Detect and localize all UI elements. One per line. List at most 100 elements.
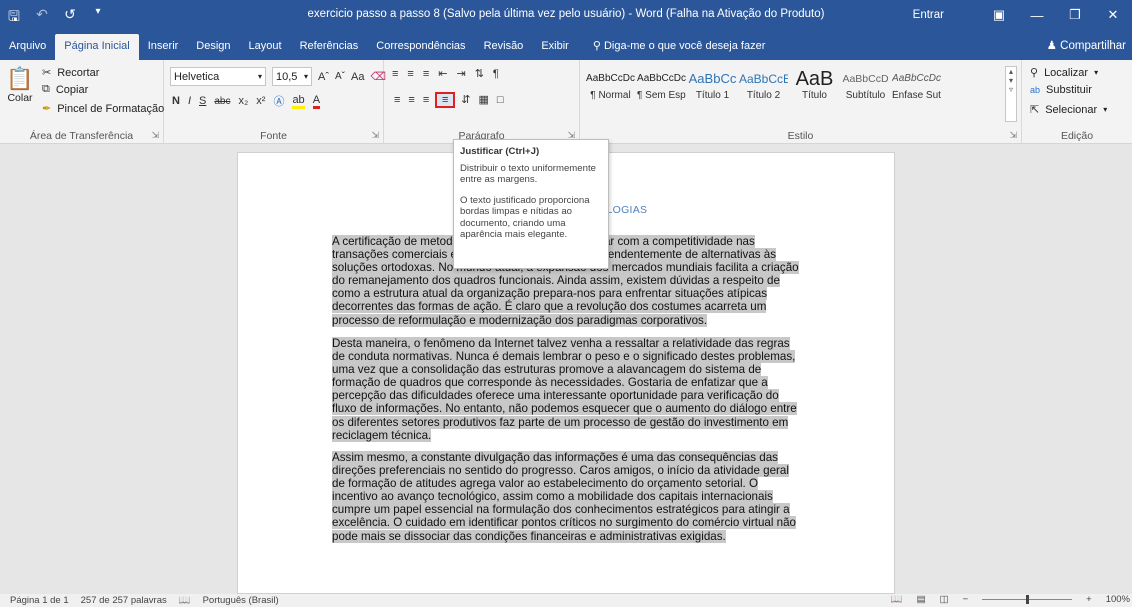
ribbon-display-options-icon[interactable]: ▣ <box>980 7 1018 23</box>
grow-font-icon[interactable]: Aˆ <box>318 71 329 83</box>
copy-button[interactable]: ⧉ Copiar <box>42 83 88 96</box>
close-icon[interactable]: ✕ <box>1094 7 1132 23</box>
tab-inserir[interactable]: Inserir <box>139 34 188 60</box>
paragraph-3[interactable]: Assim mesmo, a constante divulgação das … <box>332 451 804 543</box>
chevron-down-icon: ▾ <box>303 72 308 81</box>
copy-label: Copiar <box>55 83 89 96</box>
lightbulb-icon: ⚲ <box>592 40 601 52</box>
style-preview: AaB <box>795 68 834 90</box>
style-subtitle[interactable]: AaBbCcD Subtítulo <box>840 68 891 106</box>
numbering-icon[interactable]: ≡ <box>407 68 413 80</box>
style-name: Título 1 <box>695 90 730 101</box>
text-effects-icon[interactable]: Ⓐ <box>273 93 284 109</box>
cut-label: Recortar <box>57 66 100 79</box>
style-heading-2[interactable]: AaBbCcE Título 2 <box>738 68 789 106</box>
replace-icon: ab <box>1030 85 1041 95</box>
page-count[interactable]: Página 1 de 1 <box>10 595 69 606</box>
italic-button[interactable]: I <box>188 95 191 107</box>
align-center-icon[interactable]: ≡ <box>408 94 414 106</box>
style-preview: AaBbCcDc <box>637 73 686 84</box>
minimize-icon[interactable]: — <box>1018 8 1056 23</box>
tab-layout[interactable]: Layout <box>240 34 291 60</box>
signin-link[interactable]: Entrar <box>913 9 944 21</box>
tab-referencias[interactable]: Referências <box>291 34 368 60</box>
tell-me-box[interactable]: ⚲ Diga-me o que você deseja fazer <box>584 34 775 60</box>
zoom-out-icon[interactable]: − <box>963 594 969 605</box>
bullets-icon[interactable]: ≡ <box>392 68 398 80</box>
strikethrough-button[interactable]: abc <box>214 96 230 107</box>
replace-button[interactable]: ab Substituir <box>1030 84 1092 96</box>
style-name: Ênfase Sutil <box>892 90 941 101</box>
pilcrow-icon[interactable]: ¶ <box>493 68 499 80</box>
select-button[interactable]: ⇱ Selecionar ▾ <box>1030 103 1107 117</box>
font-size-dropdown[interactable]: 10,5 ▾ <box>272 67 312 86</box>
borders-icon[interactable]: □ <box>497 94 504 106</box>
decrease-indent-icon[interactable]: ⇤ <box>438 67 447 80</box>
font-color-icon[interactable]: A <box>312 94 321 109</box>
bold-button[interactable]: N <box>172 95 180 107</box>
tab-pagina-inicial[interactable]: Página Inicial <box>55 34 139 60</box>
scissors-icon: ✂ <box>42 67 52 79</box>
justify-tooltip: Justificar (Ctrl+J) Distribuir o texto u… <box>453 139 609 269</box>
zoom-level[interactable]: 100% <box>1106 594 1130 605</box>
zoom-in-icon[interactable]: + <box>1086 594 1092 605</box>
read-mode-icon[interactable]: 📖 <box>891 594 903 605</box>
tab-design[interactable]: Design <box>187 34 239 60</box>
paragraph-2[interactable]: Desta maneira, o fenômeno da Internet ta… <box>332 337 804 442</box>
share-button[interactable]: ♟ Compartilhar <box>1047 38 1126 52</box>
superscript-button[interactable]: x² <box>256 95 265 107</box>
font-family-dropdown[interactable]: Helvetica ▾ <box>170 67 266 86</box>
find-button[interactable]: ⚲ Localizar ▾ <box>1030 66 1098 80</box>
tab-exibir[interactable]: Exibir <box>532 34 578 60</box>
clipboard-group-label: Área de Transferência <box>29 130 134 142</box>
style-normal[interactable]: AaBbCcDc ¶ Normal <box>585 68 636 106</box>
find-label: Localizar <box>1044 66 1089 79</box>
style-name: ¶ Sem Esp... <box>637 90 686 101</box>
language-indicator[interactable]: Português (Brasil) <box>203 595 279 606</box>
print-layout-icon[interactable]: ▤ <box>917 594 926 605</box>
zoom-thumb[interactable] <box>1026 595 1030 604</box>
style-no-spacing[interactable]: AaBbCcDc ¶ Sem Esp... <box>636 68 687 106</box>
style-preview: AaBbCcDc <box>892 73 941 84</box>
shrink-font-icon[interactable]: Aˇ <box>335 71 345 82</box>
style-heading-1[interactable]: AaBbCc Título 1 <box>687 68 738 106</box>
align-right-icon[interactable]: ≡ <box>423 94 429 106</box>
title-bar: 🖫 ↶ ↺ ▾ exercicio passo a passo 8 (Salvo… <box>0 0 1132 30</box>
clipboard-group: 📋 Colar ✂ Recortar ⧉ Copiar ✒ Pincel de … <box>0 60 164 144</box>
dialog-launcher-icon[interactable]: ⇲ <box>1009 130 1017 141</box>
justify-icon[interactable]: ≡ <box>435 91 456 108</box>
dialog-launcher-icon[interactable]: ⇲ <box>371 130 379 141</box>
style-title[interactable]: AaB Título <box>789 68 840 106</box>
cut-button[interactable]: ✂ Recortar <box>42 66 100 80</box>
highlight-color-icon[interactable]: ab <box>292 94 305 109</box>
vertical-scrollbar[interactable] <box>1122 144 1132 594</box>
font-family-value: Helvetica <box>174 70 220 83</box>
line-spacing-icon[interactable]: ⇵ <box>461 93 470 106</box>
restore-icon[interactable]: ❐ <box>1056 7 1094 23</box>
align-left-icon[interactable]: ≡ <box>394 94 400 106</box>
ribbon: 📋 Colar ✂ Recortar ⧉ Copiar ✒ Pincel de … <box>0 60 1132 144</box>
proofing-icon[interactable]: 📖 <box>179 595 191 606</box>
change-case-button[interactable]: Aa <box>351 71 364 83</box>
increase-indent-icon[interactable]: ⇥ <box>456 67 465 80</box>
shading-icon[interactable]: ▦ <box>478 93 488 106</box>
tab-arquivo[interactable]: Arquivo <box>0 34 55 60</box>
format-painter-button[interactable]: ✒ Pincel de Formatação <box>42 102 164 116</box>
tab-revisao[interactable]: Revisão <box>475 34 533 60</box>
tab-correspondencias[interactable]: Correspondências <box>367 34 474 60</box>
paste-label: Colar <box>7 92 33 104</box>
styles-gallery-scroll[interactable]: ▴ ▾ ▿ <box>1005 66 1017 122</box>
subscript-button[interactable]: x₂ <box>238 95 248 107</box>
paste-button[interactable]: 📋 Colar <box>4 66 36 104</box>
share-label: Compartilhar <box>1060 40 1126 52</box>
zoom-slider[interactable] <box>982 595 1073 604</box>
underline-button[interactable]: S <box>199 95 206 107</box>
font-group-label: Fonte <box>260 130 287 142</box>
word-count[interactable]: 257 de 257 palavras <box>81 595 167 606</box>
web-layout-icon[interactable]: ◫ <box>940 594 949 605</box>
style-subtle-emphasis[interactable]: AaBbCcDc Ênfase Sutil <box>891 68 942 106</box>
status-bar: Página 1 de 1 257 de 257 palavras 📖 Port… <box>0 594 1132 607</box>
sort-icon[interactable]: ⇅ <box>475 67 484 80</box>
dialog-launcher-icon[interactable]: ⇲ <box>151 130 159 141</box>
multilevel-list-icon[interactable]: ≡ <box>423 68 429 80</box>
